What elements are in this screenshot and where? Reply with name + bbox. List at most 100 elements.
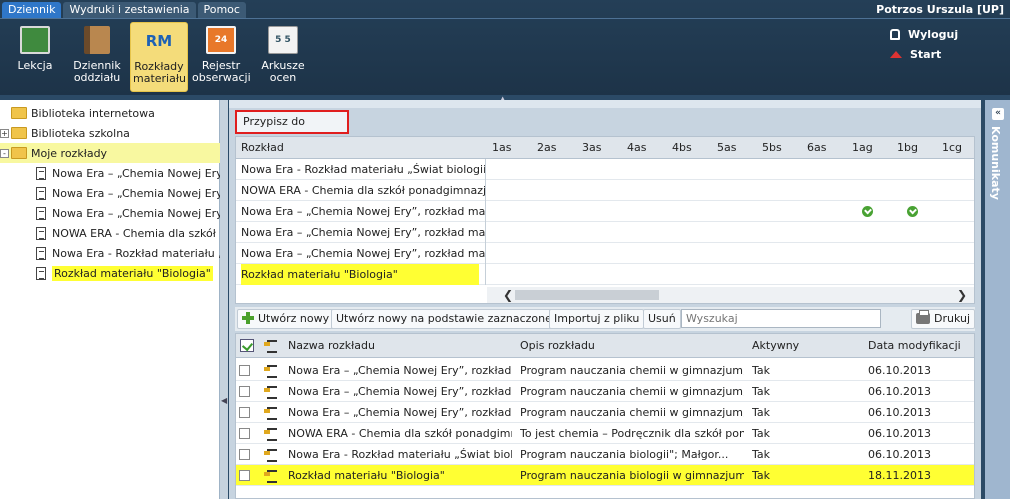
ribbon-dziennik-button[interactable]: Dziennik oddziału: [68, 22, 126, 92]
tree-item-rozklad[interactable]: Nowa Era - Rozkład materiału „Św: [0, 243, 220, 263]
scroll-left-icon[interactable]: ❮: [503, 288, 513, 302]
ribbon-rozklady-button[interactable]: RM Rozkłady materiału: [130, 22, 188, 92]
column-header-modified[interactable]: Data modyfikacji: [868, 334, 961, 358]
tab-pomoc[interactable]: Pomoc: [197, 2, 246, 18]
tree-item-biblioteka-internetowa[interactable]: Biblioteka internetowa: [0, 103, 220, 123]
cell-active: Tak: [752, 427, 771, 440]
create-based-button[interactable]: Utwórz nowy na podstawie zaznaczonego: [331, 309, 571, 329]
rozklad-icon: [264, 427, 278, 441]
logout-link[interactable]: Wyloguj: [890, 24, 958, 44]
list-item[interactable]: Nowa Era – „Chemia Nowej Ery”, rozkład..…: [236, 360, 974, 381]
list-item[interactable]: Nowa Era – „Chemia Nowej Ery”, rozkład..…: [236, 402, 974, 423]
panel-top-strip: [229, 100, 981, 108]
tree-item-moje-rozklady[interactable]: - Moje rozkłady: [0, 143, 220, 163]
column-header-class[interactable]: 1cg: [942, 137, 962, 159]
table-row[interactable]: NOWA ERA - Chemia dla szkół ponadgimnazj…: [236, 180, 974, 201]
row-checkbox[interactable]: [239, 386, 250, 397]
cell-modified: 06.10.2013: [868, 448, 931, 461]
list-item[interactable]: Nowa Era - Rozkład materiału „Świat biol…: [236, 444, 974, 465]
tree-item-rozklad-biologia[interactable]: Rozkład materiału "Biologia": [0, 263, 220, 283]
rejestr-icon: 24: [206, 26, 236, 54]
document-icon: [36, 226, 46, 240]
column-header-class[interactable]: 4as: [627, 137, 646, 159]
column-header-desc[interactable]: Opis rozkładu: [520, 334, 595, 358]
ribbon-lekcja-button[interactable]: Lekcja: [6, 22, 64, 92]
import-button[interactable]: Importuj z pliku: [549, 309, 645, 329]
row-checkbox[interactable]: [239, 428, 250, 439]
create-new-label: Utwórz nowy: [258, 312, 330, 325]
tree-item-label: Nowa Era – „Chemia Nowej Ery”, r: [52, 166, 220, 180]
print-button[interactable]: Drukuj: [911, 309, 976, 329]
tab-dziennik[interactable]: Dziennik: [2, 2, 62, 18]
column-header-class[interactable]: 2as: [537, 137, 556, 159]
tree-item-biblioteka-szkolna[interactable]: + Biblioteka szkolna: [0, 123, 220, 143]
document-icon: [36, 186, 46, 200]
tree-item-rozklad[interactable]: Nowa Era – „Chemia Nowej Ery”, r: [0, 203, 220, 223]
row-checkbox[interactable]: [239, 470, 250, 481]
tree-item-rozklad[interactable]: NOWA ERA - Chemia dla szkół pon: [0, 223, 220, 243]
check-icon[interactable]: [862, 206, 873, 217]
komunikaty-label: Komunikaty: [989, 126, 1002, 200]
tree-item-rozklad[interactable]: Nowa Era – „Chemia Nowej Ery”, r: [0, 183, 220, 203]
column-header-class[interactable]: 3as: [582, 137, 601, 159]
assign-to-class-button[interactable]: Przypisz do oddziału: [235, 110, 349, 148]
list-item[interactable]: Nowa Era – „Chemia Nowej Ery”, rozkład..…: [236, 381, 974, 402]
horizontal-scrollbar[interactable]: ❮ ❯: [487, 287, 974, 303]
rozklady-list: Nazwa rozkładu Opis rozkładu Aktywny Dat…: [235, 333, 975, 499]
expand-sidebar-icon[interactable]: «: [992, 108, 1004, 120]
column-header-name[interactable]: Nazwa rozkładu: [288, 334, 375, 358]
table-row[interactable]: Nowa Era – „Chemia Nowej Ery”, rozkład m…: [236, 201, 974, 222]
ribbon-arkusze-button[interactable]: 5 5 Arkusze ocen: [254, 22, 312, 92]
list-header: Nazwa rozkładu Opis rozkładu Aktywny Dat…: [236, 334, 974, 358]
column-header-class[interactable]: 1ag: [852, 137, 873, 159]
cell-active: Tak: [752, 406, 771, 419]
table-row-selected[interactable]: Rozkład materiału "Biologia": [236, 264, 974, 285]
table-row[interactable]: Nowa Era – „Chemia Nowej Ery”, rozkład m…: [236, 222, 974, 243]
tree-item-rozklad[interactable]: Nowa Era – „Chemia Nowej Ery”, r: [0, 163, 220, 183]
tree-item-label: Nowa Era – „Chemia Nowej Ery”, r: [52, 206, 220, 220]
tab-wydruki[interactable]: Wydruki i zestawienia: [63, 2, 196, 18]
start-link[interactable]: Start: [890, 44, 958, 64]
column-header-class[interactable]: 5as: [717, 137, 736, 159]
list-item-selected[interactable]: Rozkład materiału "Biologia" Program nau…: [236, 465, 974, 486]
scrollbar-thumb[interactable]: [515, 290, 659, 300]
ribbon-rejestr-button[interactable]: 24 Rejestr obserwacji: [192, 22, 251, 92]
column-header-active[interactable]: Aktywny: [752, 334, 799, 358]
column-header-class[interactable]: 1as: [492, 137, 511, 159]
column-header-class[interactable]: 1bg: [897, 137, 918, 159]
scroll-right-icon[interactable]: ❯: [957, 288, 967, 302]
column-header-class[interactable]: 6as: [807, 137, 826, 159]
delete-button[interactable]: Usuń: [643, 309, 681, 329]
collapse-icon[interactable]: -: [0, 148, 9, 158]
document-icon: [36, 266, 46, 280]
row-checkbox[interactable]: [239, 449, 250, 460]
document-icon: [36, 246, 46, 260]
cell-name: NOWA ERA - Chemia dla szkół ponadgimna..…: [288, 427, 512, 440]
ribbon-label: Rejestr obserwacji: [192, 59, 251, 84]
row-checkbox[interactable]: [239, 365, 250, 376]
komunikaty-sidebar[interactable]: « Komunikaty: [985, 100, 1010, 499]
table-row[interactable]: Nowa Era - Rozkład materiału „Świat biol…: [236, 159, 974, 180]
create-new-button[interactable]: Utwórz nowy: [237, 309, 335, 329]
collapse-left-icon[interactable]: ◀: [221, 396, 227, 405]
cell-desc: Program nauczania biologii w gimnazjum; …: [520, 469, 744, 482]
cell-name: Nowa Era - Rozkład materiału „Świat biol…: [288, 448, 512, 461]
select-all-icon[interactable]: [240, 339, 254, 352]
list-item[interactable]: NOWA ERA - Chemia dla szkół ponadgimna..…: [236, 423, 974, 444]
tree-item-label: Nowa Era – „Chemia Nowej Ery”, r: [52, 186, 220, 200]
column-header-rozklad[interactable]: Rozkład: [241, 137, 284, 159]
cell-name: Rozkład materiału "Biologia": [288, 469, 445, 482]
column-header-class[interactable]: 4bs: [672, 137, 692, 159]
tree-splitter[interactable]: ◀: [220, 100, 228, 499]
cell-active: Tak: [752, 448, 771, 461]
list-icon: [264, 339, 278, 353]
check-icon[interactable]: [907, 206, 918, 217]
expand-icon[interactable]: +: [0, 128, 9, 138]
table-row[interactable]: Nowa Era – „Chemia Nowej Ery”, rozkład m…: [236, 243, 974, 264]
cell-modified: 06.10.2013: [868, 427, 931, 440]
search-input[interactable]: [681, 309, 881, 328]
lock-icon: [890, 28, 900, 40]
column-header-class[interactable]: 5bs: [762, 137, 782, 159]
cell-desc: To jest chemia – Podręcznik dla szkół po…: [520, 427, 744, 440]
row-checkbox[interactable]: [239, 407, 250, 418]
